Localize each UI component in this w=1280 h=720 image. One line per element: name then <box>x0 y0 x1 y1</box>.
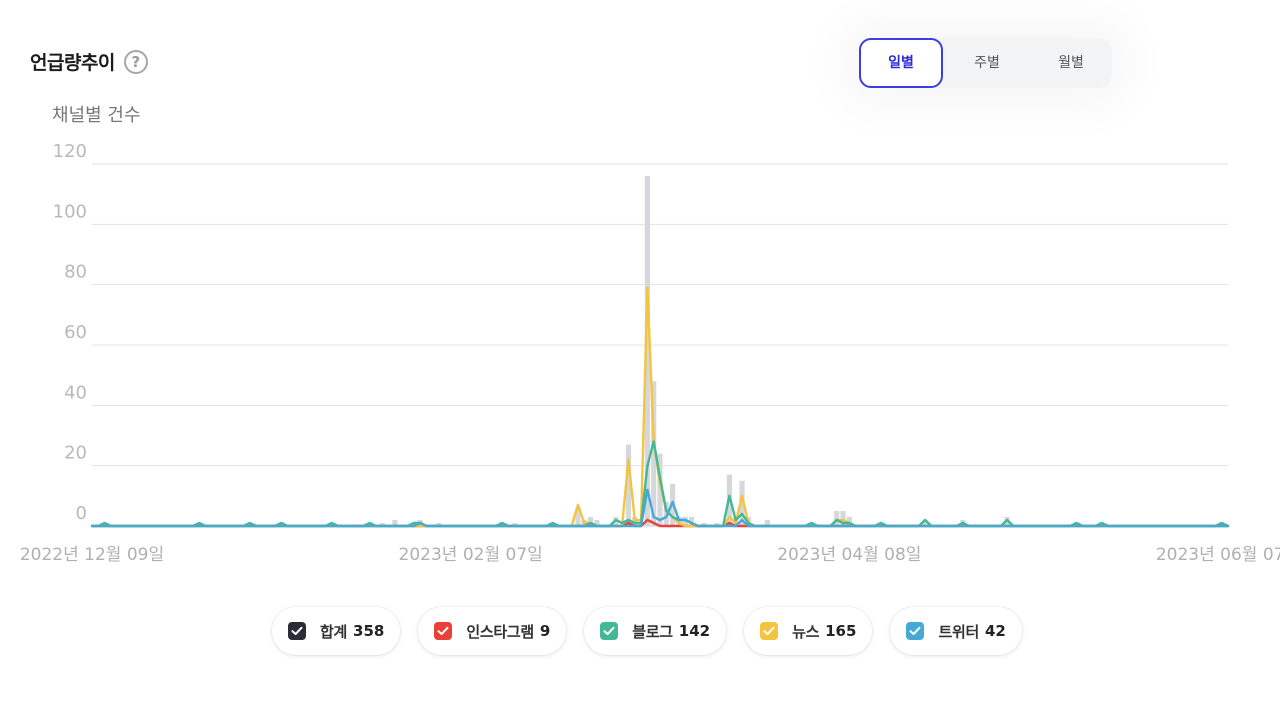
legend-count: 358 <box>353 622 385 640</box>
legend-label: 뉴스 <box>792 622 820 641</box>
x-tick-label: 2023년 02월 07일 <box>399 545 543 565</box>
y-tick-label: 40 <box>64 382 87 403</box>
legend-label: 블로그 <box>632 622 673 641</box>
y-tick-label: 0 <box>76 503 87 524</box>
legend-count: 42 <box>984 622 1006 640</box>
y-tick-label: 60 <box>64 322 87 343</box>
checkbox-icon[interactable] <box>760 622 779 640</box>
x-tick-label: 2023년 06월 07일 <box>1156 545 1280 565</box>
mention-trend-chart: 0 20 40 60 80 100 120 2022년 12월 09일 2023년 02월 07… <box>20 141 1280 565</box>
legend-label: 트위터 <box>938 622 979 641</box>
legend: 합계 358 인스타그램 9 블로그 142 뉴스 165 트위터 42 <box>272 606 1022 656</box>
legend-item[interactable]: 블로그 142 <box>584 607 727 655</box>
x-tick-label: 2022년 12월 09일 <box>20 545 164 565</box>
legend-item[interactable]: 뉴스 165 <box>744 607 873 655</box>
legend-count: 142 <box>678 622 711 640</box>
checkbox-icon[interactable] <box>600 622 619 640</box>
y-tick-label: 100 <box>53 201 87 222</box>
legend-count: 165 <box>825 622 857 640</box>
legend-item[interactable]: 합계 358 <box>272 607 401 655</box>
y-tick-label: 80 <box>64 262 87 283</box>
legend-item[interactable]: 인스타그램 9 <box>418 607 567 655</box>
legend-count: 9 <box>539 622 551 640</box>
legend-item[interactable]: 트위터 42 <box>890 607 1022 655</box>
checkbox-icon[interactable] <box>434 622 453 640</box>
x-tick-label: 2023년 04월 08일 <box>777 545 921 565</box>
y-tick-label: 20 <box>64 443 87 464</box>
checkbox-icon[interactable] <box>906 622 925 640</box>
bar <box>834 510 840 526</box>
legend-label: 인스타그램 <box>466 622 534 641</box>
legend-label: 합계 <box>320 622 348 641</box>
y-tick-label: 120 <box>53 141 87 162</box>
checkbox-icon[interactable] <box>288 622 306 640</box>
